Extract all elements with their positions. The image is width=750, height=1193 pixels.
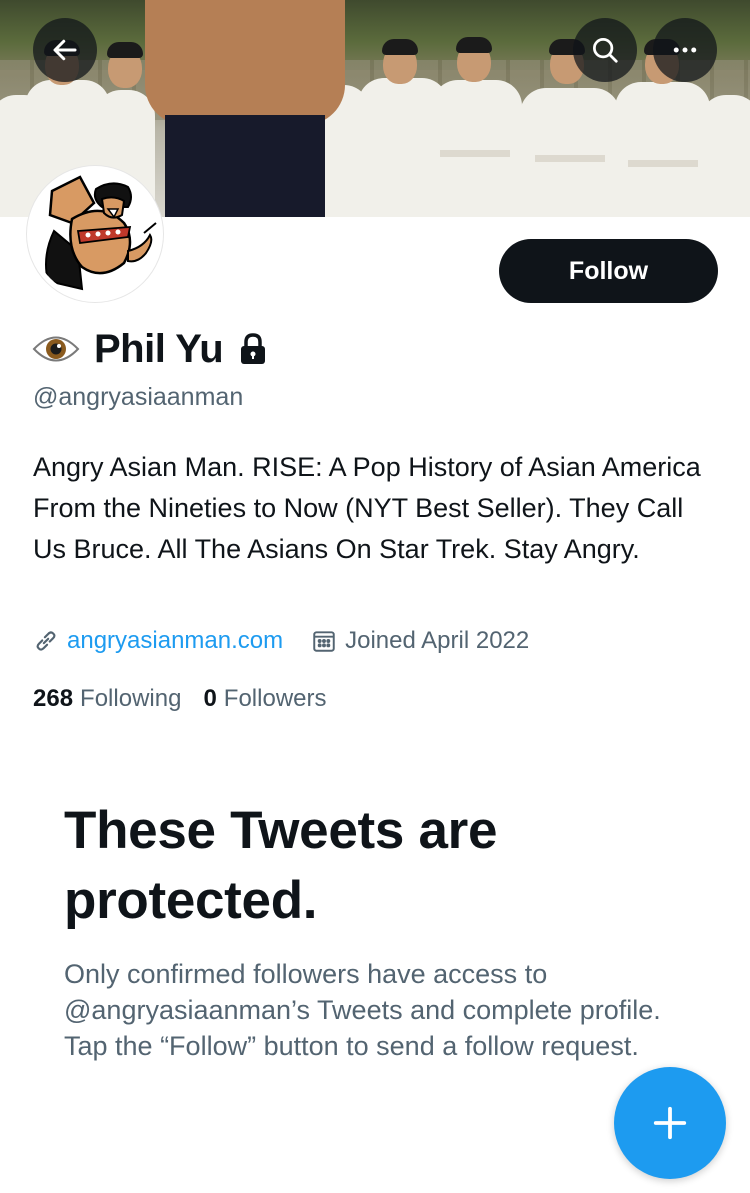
banner-figure-hair — [382, 39, 418, 55]
search-icon — [593, 38, 618, 63]
banner-figure-hair — [456, 37, 492, 53]
website-item[interactable]: angryasianman.com — [33, 627, 283, 655]
banner-fighter-back — [145, 0, 345, 125]
eye-icon — [32, 336, 80, 362]
follow-button[interactable]: Follow — [499, 239, 718, 303]
banner-figure — [520, 88, 620, 217]
banner-figure — [432, 80, 522, 217]
joined-item: Joined April 2022 — [311, 627, 529, 655]
profile-handle: @angryasiaanman — [33, 383, 244, 411]
banner-belt — [535, 155, 605, 162]
link-icon — [36, 631, 56, 651]
profile-avatar[interactable] — [27, 166, 163, 302]
banner-fighter-pants — [165, 115, 325, 217]
profile-bio: Angry Asian Man. RISE: A Pop History of … — [33, 452, 701, 564]
display-name: Phil Yu — [94, 326, 224, 371]
banner-central-fighter — [125, 0, 360, 217]
followers-count: 0 — [203, 685, 217, 712]
calendar-icon — [313, 631, 335, 652]
following-count: 268 — [33, 685, 74, 712]
followers-stat[interactable]: 0 Followers — [203, 685, 326, 713]
back-button[interactable] — [33, 18, 97, 82]
compose-tweet-button[interactable] — [614, 1067, 726, 1179]
banner-belt — [440, 150, 510, 157]
follow-stats: 268 Following 0 Followers — [33, 682, 349, 716]
lock-icon — [241, 333, 266, 364]
followers-label: Followers — [223, 685, 327, 712]
banner-belt — [628, 160, 698, 167]
banner-figure — [700, 95, 750, 217]
profile-meta: angryasianman.com Joined April 2022 — [33, 624, 557, 658]
protected-body: Only confirmed followers have access to … — [64, 959, 661, 1061]
plus-icon — [653, 1106, 687, 1140]
banner-figure — [615, 82, 710, 217]
website-link[interactable]: angryasianman.com — [67, 627, 283, 655]
protected-title: These Tweets are protected. — [64, 801, 498, 930]
more-options-button[interactable] — [653, 18, 717, 82]
search-button[interactable] — [573, 18, 637, 82]
following-stat[interactable]: 268 Following — [33, 685, 181, 713]
profile-name-row: Phil Yu — [32, 324, 269, 374]
following-label: Following — [80, 685, 182, 712]
more-horizontal-icon — [673, 47, 697, 53]
avatar-illustration — [32, 171, 158, 297]
joined-date: Joined April 2022 — [345, 627, 530, 654]
arrow-left-icon — [53, 39, 77, 61]
